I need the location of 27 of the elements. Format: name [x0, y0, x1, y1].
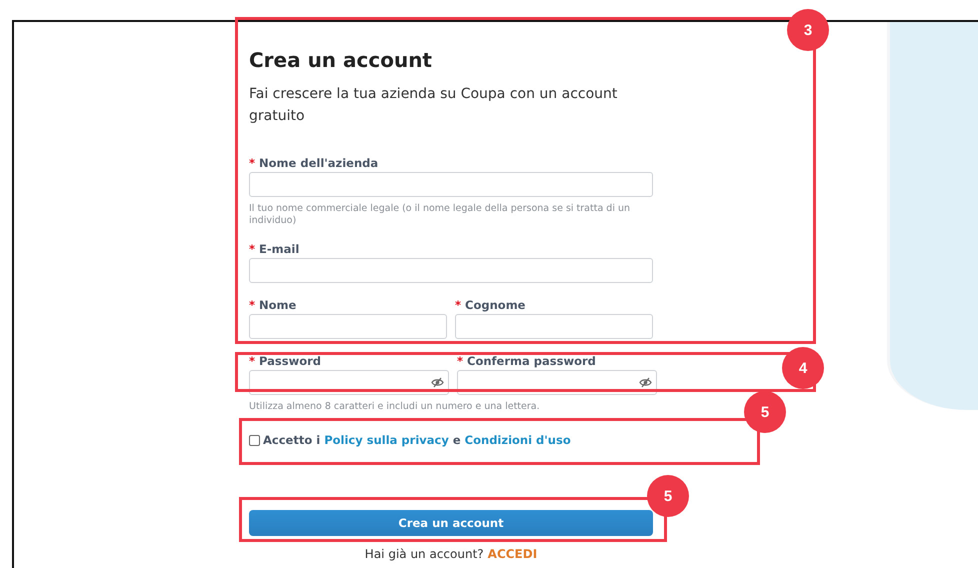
field-label: * Nome [249, 297, 298, 313]
field-label: * Password [249, 353, 322, 369]
text-field[interactable] [249, 172, 653, 197]
field-label: * Cognome [455, 297, 526, 313]
field-label: * E-mail [249, 241, 300, 257]
field-label: * Nome dell'azienda [249, 155, 380, 171]
terms-link[interactable]: Condizioni d'uso [464, 433, 571, 447]
consent-text: Accetto i Policy sulla privacy e Condizioni d'uso [263, 433, 571, 447]
hidden-eye-icon[interactable] [639, 377, 652, 388]
consent-checkbox[interactable] [249, 434, 260, 446]
page-title: Crea un account [249, 47, 433, 73]
login-link[interactable]: ACCEDI [488, 546, 538, 562]
login-prompt: Hai già un account? [364, 546, 484, 562]
subtitle: Fai crescere la tua azienda su Coupa con un account gratuito [249, 85, 618, 126]
privacy-policy-link[interactable]: Policy sulla privacy [324, 433, 449, 447]
step-badge: 4 [782, 347, 824, 389]
text-field[interactable] [249, 258, 653, 283]
text-field[interactable] [249, 314, 447, 339]
field-label: * Conferma password [457, 353, 597, 369]
step-badge: 5 [744, 391, 786, 433]
create-account-button[interactable]: Crea un account [249, 510, 653, 536]
step-badge: 3 [787, 9, 829, 51]
field-hint: Il tuo nome commerciale legale (o il nome legale della persona se si tratta di un individuo) [249, 203, 632, 227]
hidden-eye-icon[interactable] [431, 377, 444, 388]
field-hint: Utilizza almeno 8 caratteri e includi un numero e una lettera. [249, 401, 541, 413]
text-field[interactable] [455, 314, 653, 339]
step-badge: 5 [647, 475, 689, 517]
